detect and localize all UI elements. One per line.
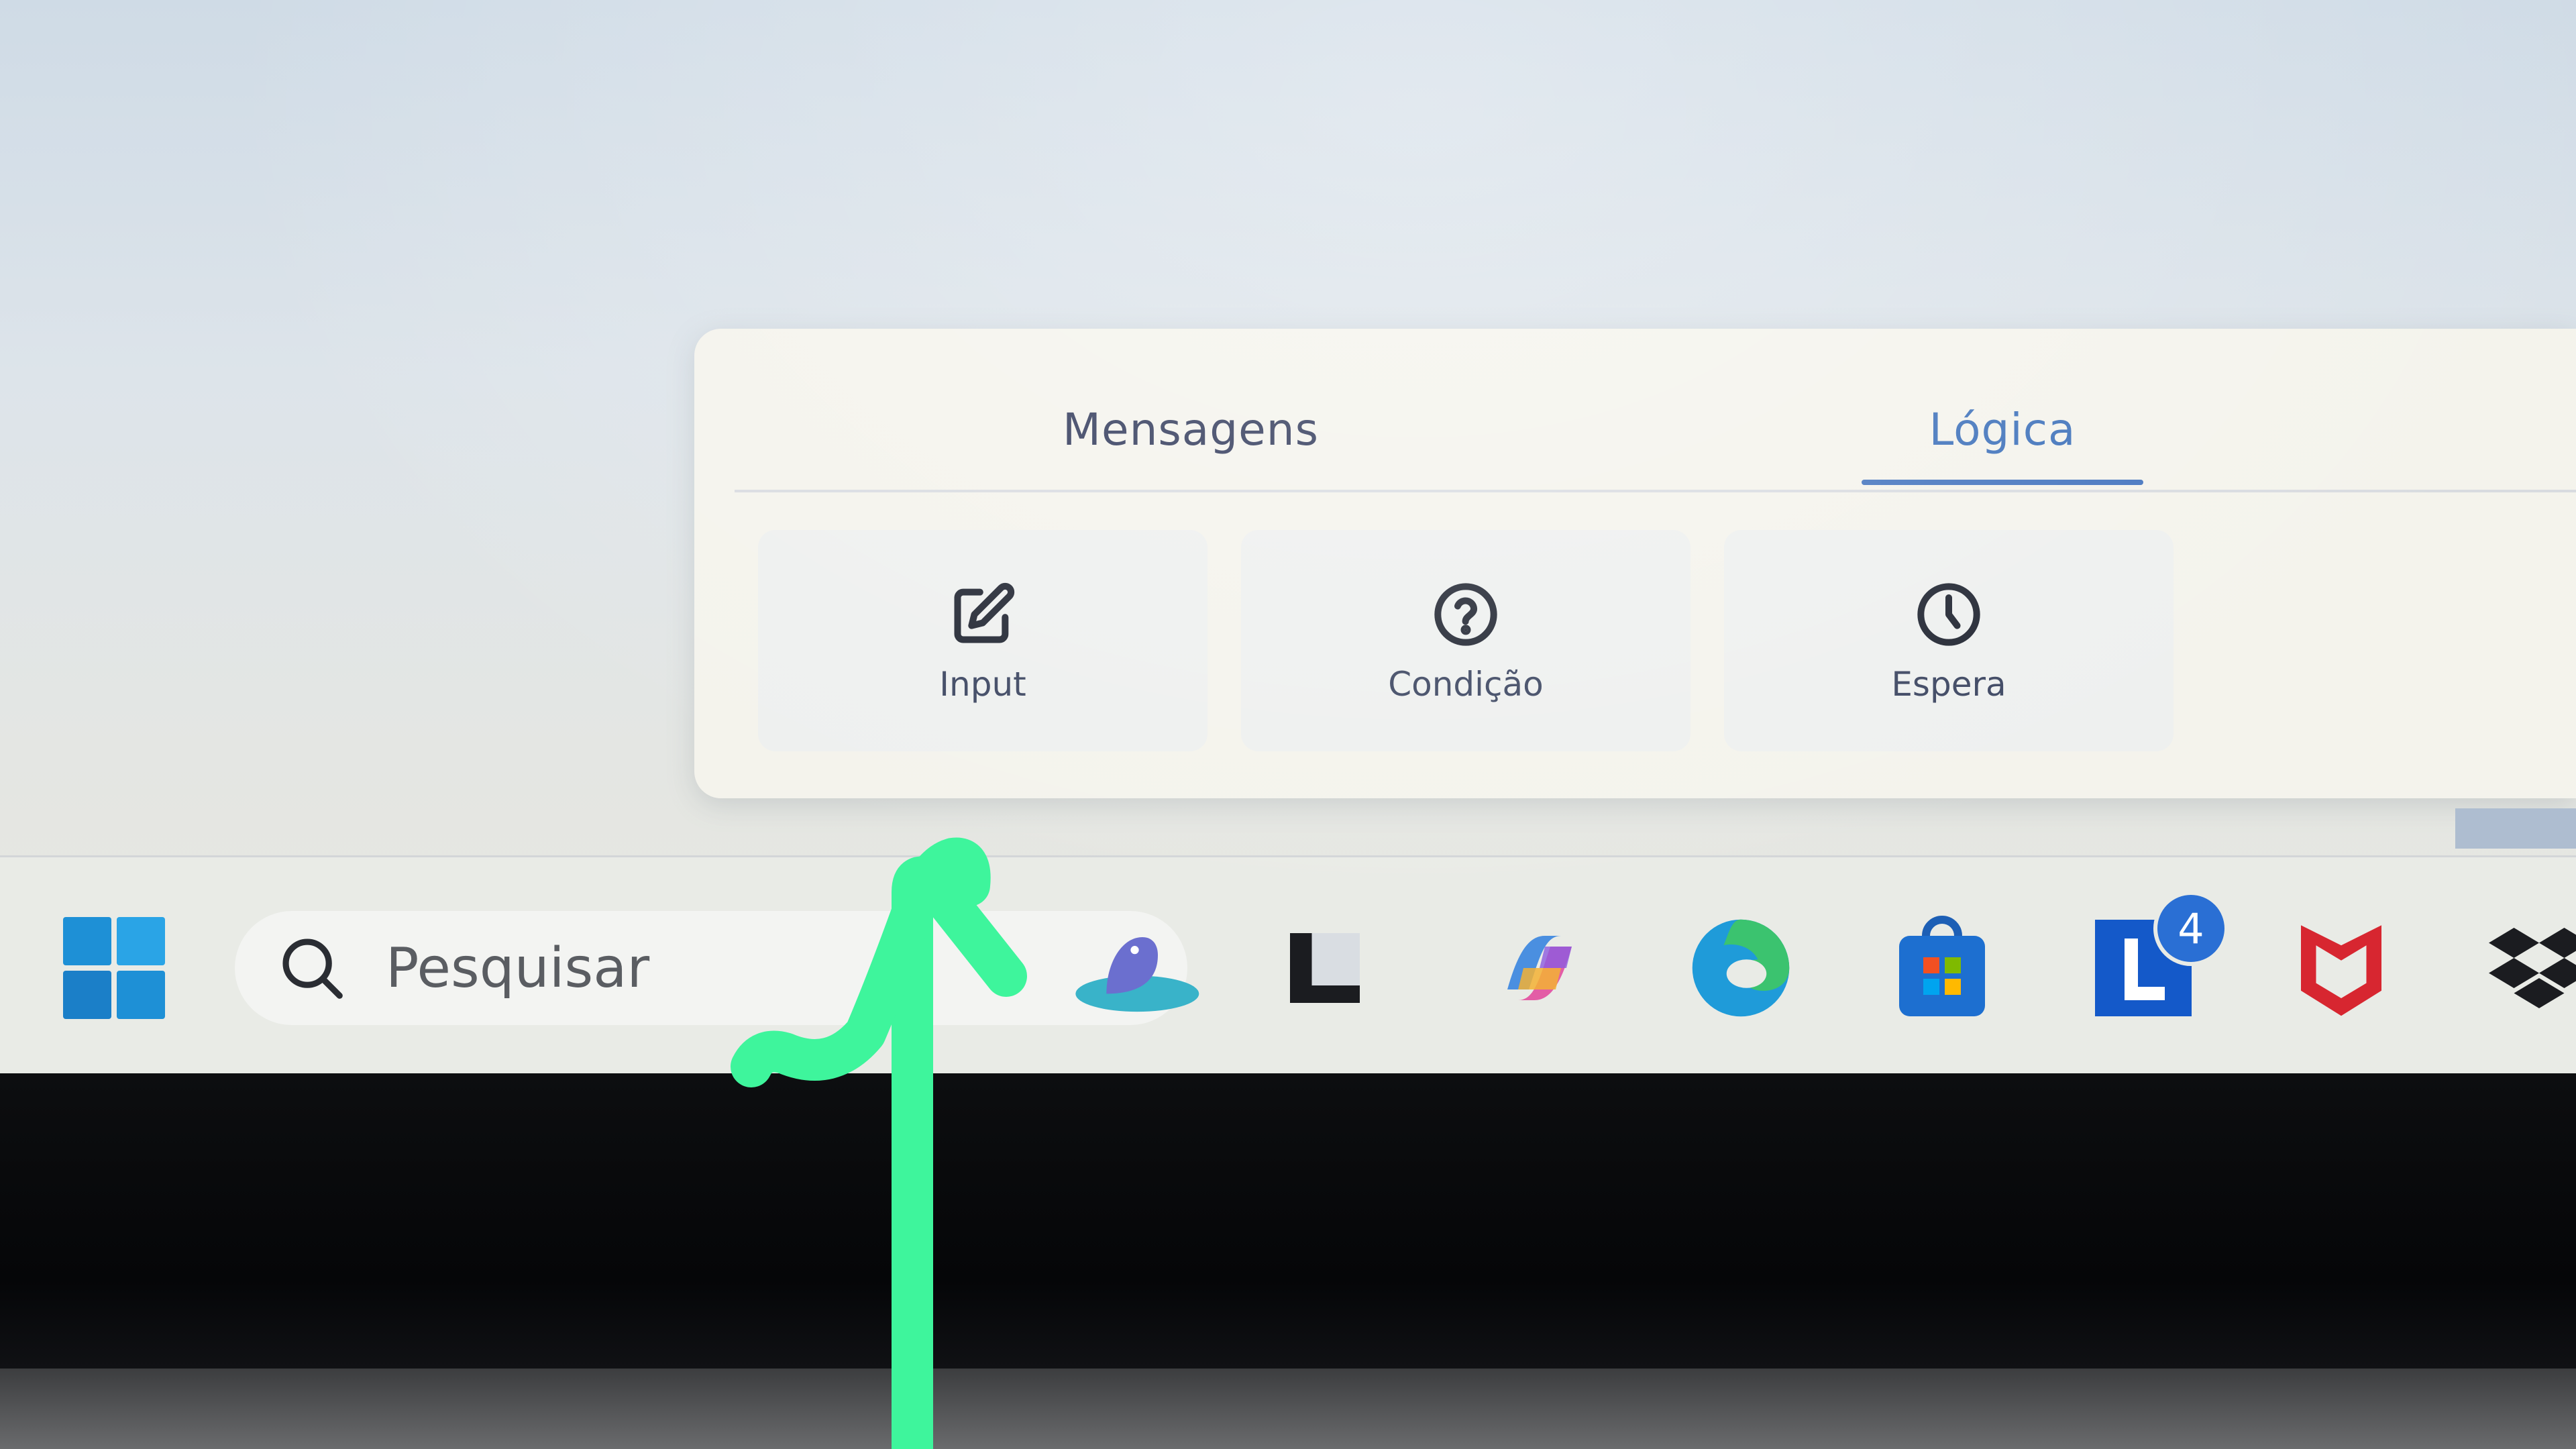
espera-block-label: Espera	[1891, 665, 2006, 704]
logic-blocks: Input Condição Espera	[728, 530, 2204, 751]
l-app-button[interactable]: 4	[2086, 891, 2229, 1025]
horizontal-scrollbar-thumb[interactable]	[2455, 808, 2576, 849]
copilot-button[interactable]	[1483, 911, 1597, 1025]
tabs-divider	[735, 490, 2576, 492]
tab-mensagens[interactable]: Mensagens	[983, 382, 1399, 476]
search-placeholder: Pesquisar	[386, 936, 650, 1000]
search-icon	[282, 938, 343, 999]
store-icon	[1899, 916, 1985, 1016]
store-button[interactable]	[1885, 911, 1999, 1025]
copilot-icon	[1507, 936, 1572, 1000]
dropbox-icon	[2489, 928, 2576, 1008]
dropbox-button[interactable]	[2482, 911, 2576, 1025]
windows-logo-icon	[63, 917, 165, 1019]
edge-icon	[1692, 919, 1790, 1017]
mcafee-icon	[2301, 925, 2381, 1016]
condicao-block[interactable]: Condição	[1241, 530, 1690, 751]
espera-block[interactable]: Espera	[1724, 530, 2174, 751]
start-button[interactable]	[60, 914, 168, 1022]
files-app-button[interactable]	[1268, 911, 1382, 1025]
input-block-label: Input	[939, 665, 1026, 704]
clock-icon	[1912, 578, 1986, 651]
taskbar-search[interactable]: Pesquisar	[235, 911, 1187, 1025]
widgets-weather-icon	[1075, 937, 1199, 1012]
mcafee-button[interactable]	[2284, 911, 2398, 1025]
monitor-bezel	[0, 1073, 2576, 1368]
desktop-screen: Mensagens Lógica Input Condição Espera P…	[0, 0, 2576, 1073]
widgets-button[interactable]	[1046, 911, 1208, 1025]
tab-logica[interactable]: Lógica	[1862, 382, 2143, 476]
notification-badge: 4	[2153, 891, 2229, 966]
question-circle-icon	[1429, 578, 1503, 651]
desk-surface	[0, 1368, 2576, 1449]
active-tab-indicator	[1862, 480, 2143, 485]
taskbar: Pesquisar 4	[0, 855, 2576, 1073]
tab-bar: Mensagens Lógica	[694, 329, 2576, 490]
condicao-block-label: Condição	[1388, 665, 1544, 704]
edge-button[interactable]	[1684, 911, 1798, 1025]
input-block[interactable]: Input	[758, 530, 1208, 751]
edit-icon	[946, 578, 1020, 651]
block-picker-panel: Mensagens Lógica Input Condição Espera	[694, 329, 2576, 798]
file-app-icon	[1290, 933, 1360, 1003]
